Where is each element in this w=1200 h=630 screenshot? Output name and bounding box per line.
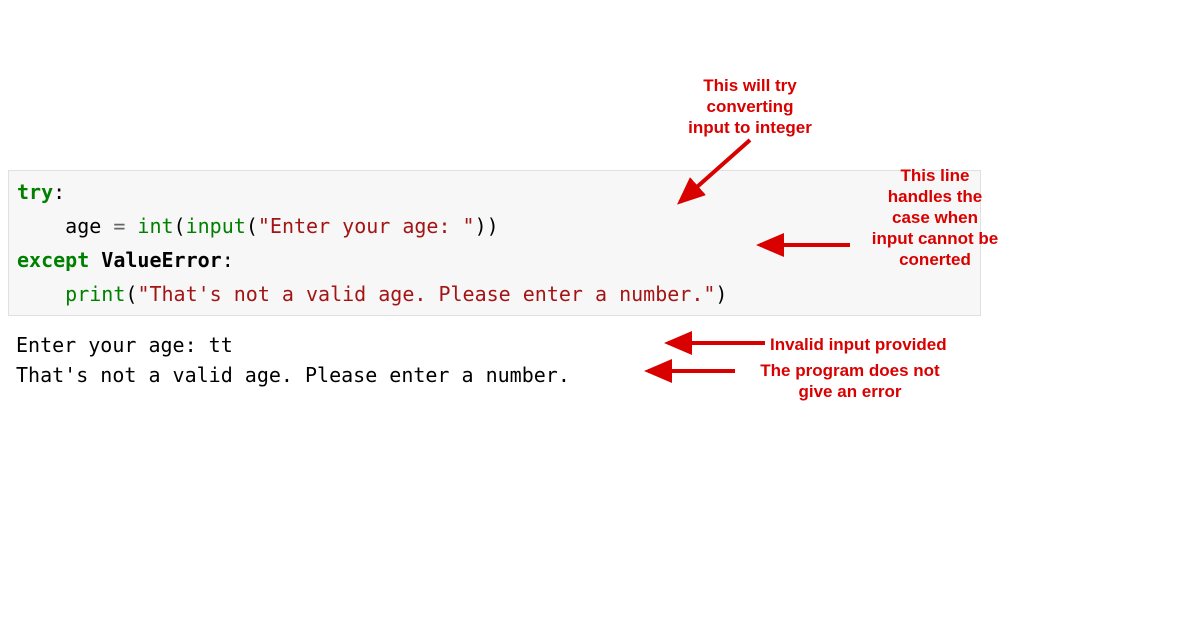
assign-op: = (101, 214, 137, 238)
paren: ) (487, 214, 499, 238)
colon: : (53, 180, 65, 204)
exception-name: ValueError (101, 248, 221, 272)
annotation-try-convert: This will tryconvertinginput to integer (660, 75, 840, 138)
paren: ( (125, 282, 137, 306)
indent (17, 214, 65, 238)
annotation-no-error: The program does notgive an error (740, 360, 960, 402)
annotation-handles-case: This linehandles thecase wheninput canno… (855, 165, 1015, 270)
output-line-2: That's not a valid age. Please enter a n… (16, 363, 570, 387)
paren: ) (715, 282, 727, 306)
annotation-invalid-input: Invalid input provided (770, 334, 990, 355)
paren: ( (246, 214, 258, 238)
indent (17, 282, 65, 306)
keyword-except: except (17, 248, 89, 272)
code-block: try: age = int(input("Enter your age: ")… (8, 170, 981, 316)
fn-print: print (65, 282, 125, 306)
string-error: "That's not a valid age. Please enter a … (137, 282, 715, 306)
var-age: age (65, 214, 101, 238)
fn-input: input (186, 214, 246, 238)
fn-int: int (137, 214, 173, 238)
space (89, 248, 101, 272)
colon: : (222, 248, 234, 272)
output-line-1: Enter your age: tt (16, 333, 233, 357)
output-block: Enter your age: tt That's not a valid ag… (16, 330, 570, 390)
keyword-try: try (17, 180, 53, 204)
paren: ) (475, 214, 487, 238)
paren: ( (174, 214, 186, 238)
string-prompt: "Enter your age: " (258, 214, 475, 238)
